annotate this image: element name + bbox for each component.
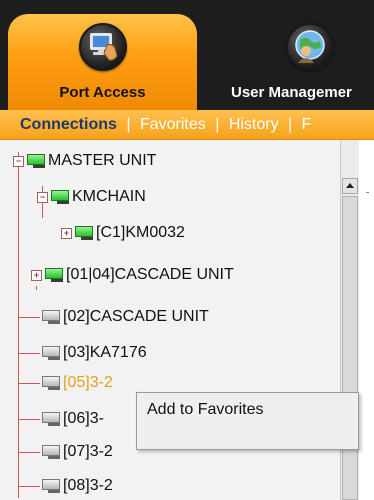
server-offline-icon	[42, 412, 60, 426]
tab-user-management[interactable]: User Managemer	[197, 14, 374, 110]
divider	[366, 192, 369, 193]
tab-label: User Managemer	[231, 84, 352, 101]
tree-connector	[18, 316, 40, 318]
tree-node-label: [07]3-2	[63, 443, 113, 460]
scroll-thumb[interactable]	[342, 196, 358, 500]
tree-node-label: [05]3-2	[63, 374, 113, 391]
tree-node-port[interactable]: [02]CASCADE UNIT	[18, 306, 209, 328]
details-pane	[360, 140, 374, 500]
tree-node-port[interactable]: [03]KA7176	[18, 342, 147, 364]
tree-node-port[interactable]: [06]3-	[18, 408, 104, 430]
tree-node-label: [02]CASCADE UNIT	[63, 308, 209, 325]
tree-connector	[18, 418, 40, 420]
subnav-separator: |	[215, 116, 220, 133]
tree-node-label: KMCHAIN	[72, 188, 146, 205]
subnav-separator: |	[126, 116, 131, 133]
subnav-connections[interactable]: Connections	[20, 110, 117, 139]
subnav-separator: |	[288, 116, 293, 133]
tree-connector	[18, 451, 40, 453]
tree-connector	[36, 286, 37, 290]
tree-node-kmchain[interactable]: − KMCHAIN	[37, 186, 146, 208]
subnav-favorites[interactable]: Favorites	[140, 110, 206, 139]
tree-node-port-selected[interactable]: [05]3-2	[18, 372, 113, 394]
tree-node-label: [01|04]CASCADE UNIT	[66, 266, 234, 283]
subnav-history[interactable]: History	[229, 110, 279, 139]
computer-hand-icon	[78, 23, 127, 71]
server-online-icon	[51, 190, 69, 204]
expand-icon[interactable]: +	[31, 269, 42, 281]
tree-node-c1-km0032[interactable]: + [C1]KM0032	[61, 222, 185, 244]
tree-node-master-unit[interactable]: − MASTER UNIT	[13, 150, 156, 172]
user-globe-icon	[286, 23, 334, 71]
tree-connector	[18, 352, 40, 354]
tree-connector	[18, 382, 40, 384]
subnav-truncated-item[interactable]: F	[302, 110, 312, 139]
tab-port-access[interactable]: Port Access	[8, 14, 197, 110]
server-online-icon	[75, 226, 93, 240]
context-menu: Add to Favorites	[136, 392, 359, 450]
expand-icon[interactable]: +	[61, 227, 72, 239]
tree-connector	[18, 485, 40, 487]
tree-node-label: [03]KA7176	[63, 344, 147, 361]
tree-node-label: [08]3-2	[63, 477, 113, 494]
server-offline-icon	[42, 310, 60, 324]
collapse-icon[interactable]: −	[37, 191, 48, 203]
server-online-icon	[45, 268, 63, 282]
tree-node-label: MASTER UNIT	[48, 152, 157, 169]
server-offline-icon	[42, 479, 60, 493]
collapse-icon[interactable]: −	[13, 155, 24, 167]
server-offline-icon	[42, 346, 60, 360]
tab-label: Port Access	[59, 84, 146, 101]
scroll-up-arrow-icon[interactable]	[342, 178, 358, 194]
tree-node-cascade-unit-01-04[interactable]: + [01|04]CASCADE UNIT	[31, 264, 234, 286]
server-online-icon	[27, 154, 45, 168]
tree-node-port[interactable]: [08]3-2	[18, 475, 113, 497]
sub-navigation: Connections | Favorites | History | F	[0, 110, 374, 140]
add-to-favorites-menu-item[interactable]: Add to Favorites	[147, 401, 264, 419]
tree-node-port[interactable]: [07]3-2	[18, 441, 113, 463]
server-offline-icon	[42, 376, 60, 390]
tree-node-label: [C1]KM0032	[96, 224, 185, 241]
server-offline-icon	[42, 445, 60, 459]
top-tab-bar: Port Access User Managemer	[0, 0, 374, 110]
tree-node-label: [06]3-	[63, 410, 104, 427]
